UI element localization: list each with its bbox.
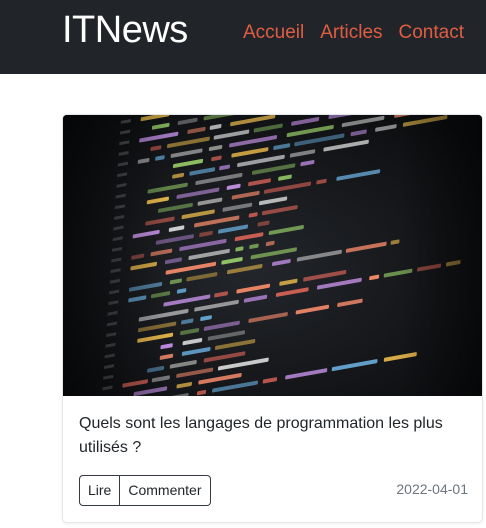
- top-navbar: ITNews Accueil Articles Contact: [0, 0, 486, 74]
- article-title[interactable]: Quels sont les langages de programmation…: [79, 412, 459, 460]
- code-screen-image: [63, 115, 482, 396]
- article-card: Quels sont les langages de programmation…: [62, 114, 483, 523]
- action-button-group: Lire Commenter: [79, 475, 211, 506]
- card-body: Quels sont les langages de programmation…: [63, 396, 482, 522]
- nav-link-articles[interactable]: Articles: [312, 20, 390, 46]
- comment-button[interactable]: Commenter: [120, 475, 211, 506]
- nav-links: Accueil Articles Contact: [235, 20, 464, 46]
- article-date: 2022-04-01: [396, 481, 468, 497]
- nav-link-accueil[interactable]: Accueil: [235, 20, 312, 46]
- article-image: [63, 115, 482, 396]
- site-brand[interactable]: ITNews: [62, 6, 188, 54]
- nav-link-contact[interactable]: Contact: [391, 20, 464, 46]
- read-button[interactable]: Lire: [79, 475, 121, 506]
